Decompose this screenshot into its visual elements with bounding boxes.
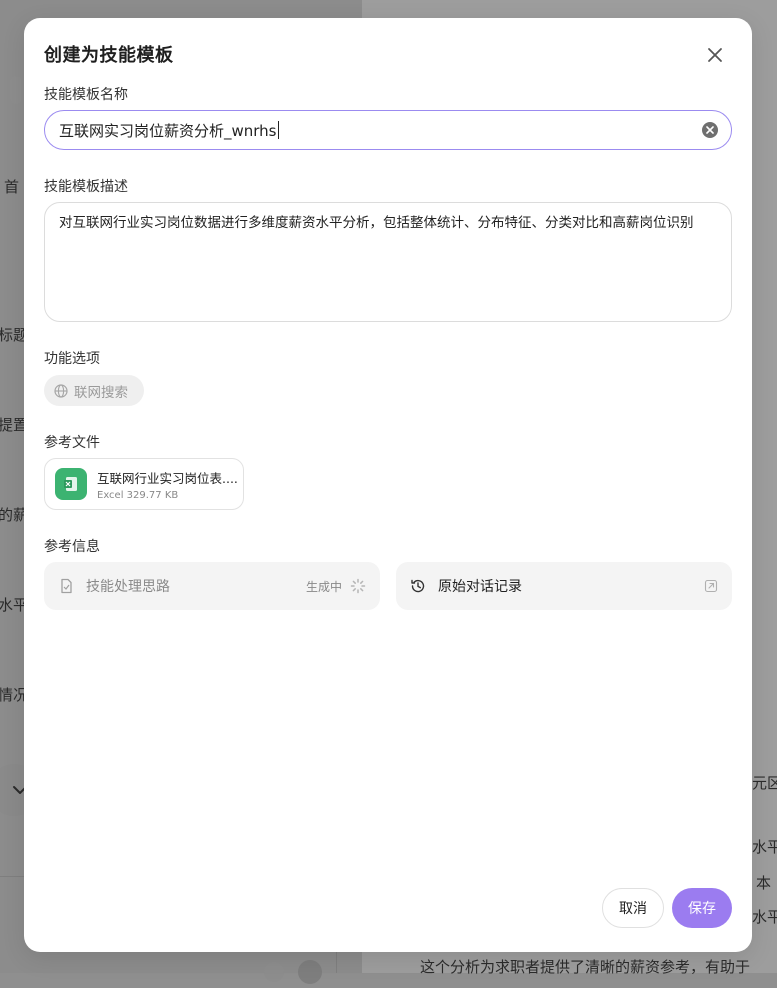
description-label: 技能模板描述 <box>44 179 128 195</box>
create-skill-template-dialog: 创建为技能模板 技能模板名称 互联网实习岗位薪资分析_wnrhs 技能模板描述 … <box>24 18 752 952</box>
bg-text-fragment: 本 <box>756 874 772 892</box>
history-icon <box>411 579 425 593</box>
file-name: 互联网行业实习岗位表.... <box>97 470 238 486</box>
excel-icon <box>55 468 87 500</box>
close-icon[interactable] <box>706 46 724 64</box>
bg-text-fragment: 元区 <box>752 774 777 792</box>
template-name-value[interactable]: 互联网实习岗位薪资分析_wnrhs <box>59 120 277 141</box>
input-toolbar-icons <box>264 960 322 984</box>
dialog-title: 创建为技能模板 <box>44 45 174 66</box>
template-name-input[interactable]: 互联网实习岗位薪资分析_wnrhs <box>44 110 732 150</box>
globe-icon <box>54 383 68 398</box>
bg-text-fragment: 首 <box>4 178 20 196</box>
text-caret <box>277 121 279 139</box>
options-label: 功能选项 <box>44 351 100 367</box>
generating-status: 生成中 <box>305 579 342 594</box>
bg-text-fragment: 水平 <box>752 838 777 856</box>
bg-bottom-text: 这个分析为求职者提供了清晰的薪资参考，有助于 <box>420 958 751 976</box>
web-search-toggle[interactable]: 联网搜索 <box>44 375 144 406</box>
chat-history-card[interactable]: 原始对话记录 <box>396 562 732 610</box>
chat-history-label: 原始对话记录 <box>438 579 522 595</box>
file-meta: Excel 329.77 KB <box>97 489 179 501</box>
sidebar-handle <box>10 76 22 104</box>
open-external-icon[interactable] <box>704 579 718 593</box>
spinner-icon <box>350 578 366 594</box>
document-icon <box>61 578 72 594</box>
files-label: 参考文件 <box>44 435 100 451</box>
skill-process-card: 技能处理思路 生成中 <box>44 562 380 610</box>
clear-icon[interactable] <box>701 121 719 139</box>
bg-text-fragment: 水平 <box>752 908 777 926</box>
reference-info-label: 参考信息 <box>44 539 100 555</box>
save-button[interactable]: 保存 <box>672 888 732 928</box>
name-label: 技能模板名称 <box>44 87 128 103</box>
template-description-textarea[interactable]: 对互联网行业实习岗位数据进行多维度薪资水平分析，包括整体统计、分布特征、分类对比… <box>44 202 732 322</box>
cancel-button[interactable]: 取消 <box>602 888 664 928</box>
reference-file-card[interactable]: 互联网行业实习岗位表.... Excel 329.77 KB <box>44 458 244 510</box>
web-search-label: 联网搜索 <box>74 384 128 401</box>
skill-process-label: 技能处理思路 <box>86 579 170 595</box>
